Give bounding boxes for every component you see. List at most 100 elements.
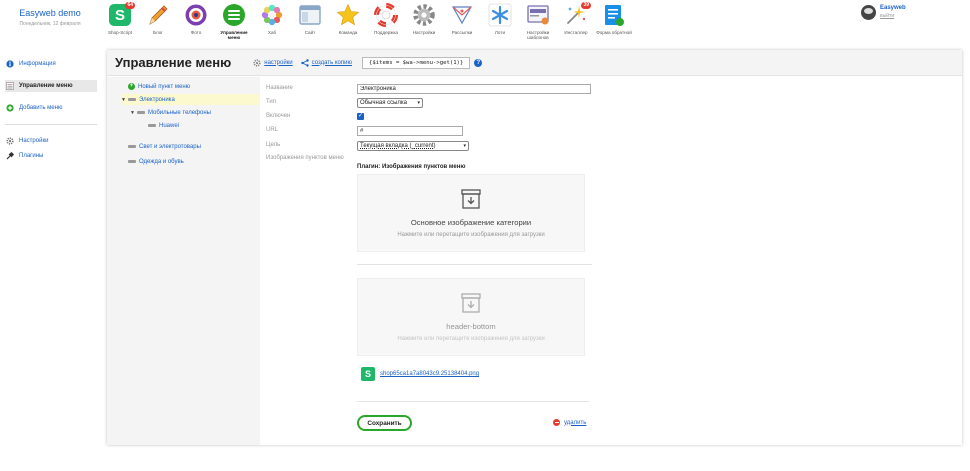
sidebar-item-info[interactable]: Информация <box>5 58 97 70</box>
delete-icon <box>553 419 560 426</box>
delete-label[interactable]: удалить <box>564 420 586 426</box>
user-block[interactable]: Easyweb выйти <box>861 5 906 20</box>
app-label: Фото <box>190 30 202 35</box>
app-label: Блог <box>153 30 163 35</box>
drag-handle-icon[interactable] <box>128 145 136 148</box>
add-icon <box>6 104 14 112</box>
support-lifebuoy-icon <box>373 2 399 28</box>
user-name[interactable]: Easyweb <box>880 5 906 11</box>
target-select-value: Текущая вкладка (_current) <box>360 143 436 149</box>
tree-item-label[interactable]: Свет и электротовары <box>139 144 201 150</box>
drag-handle-icon[interactable] <box>127 98 136 101</box>
sidebar-item-add-menu[interactable]: Добавить меню <box>5 102 97 114</box>
svg-text:S: S <box>115 7 125 24</box>
chevron-down-icon: ▾ <box>417 100 420 106</box>
delete-link[interactable]: удалить <box>553 419 586 426</box>
app-label: Инсталлер <box>564 30 588 35</box>
brand[interactable]: Easyweb demo Понедельник, 12 февраля <box>14 8 86 27</box>
add-icon: + <box>128 83 135 90</box>
hub-icon <box>259 2 285 28</box>
app-feedback-form[interactable]: Форма обратной <box>595 2 633 46</box>
attached-file[interactable]: S shop65ca1a7a8043c9.25138404.png <box>361 367 479 381</box>
url-label: URL <box>266 127 279 133</box>
avatar[interactable] <box>861 5 876 20</box>
app-installer[interactable]: 39 Инсталлер <box>557 2 595 46</box>
tree-item-label[interactable]: Мобильные телефоны <box>148 110 211 116</box>
create-copy-label[interactable]: создать копию <box>312 60 352 66</box>
tree-item-huawei[interactable]: Huawei <box>148 120 179 131</box>
sidebar-item-menu-management[interactable]: Управление меню <box>5 80 97 92</box>
app-label: Команда <box>338 30 358 35</box>
app-label: Сайт <box>304 30 316 35</box>
logout-link[interactable]: выйти <box>880 13 906 19</box>
app-label: Лоти <box>494 30 506 35</box>
menu-code-snippet[interactable]: {$items = $wa->menu->get(1)} <box>362 56 471 69</box>
plugin-title: Плагин: Изображения пунктов меню <box>357 164 466 170</box>
tree-item-mobile-phones[interactable]: ▼ Мобильные телефоны <box>130 107 211 118</box>
type-select[interactable]: Обычная ссылка ▾ <box>357 98 423 108</box>
type-label: Тип <box>266 99 277 105</box>
target-select[interactable]: Текущая вкладка (_current) ▾ <box>357 141 469 151</box>
help-icon[interactable]: ? <box>474 58 483 67</box>
settings-gear-icon <box>411 2 437 28</box>
app-support-lifebuoy[interactable]: Поддержка <box>367 2 405 46</box>
dropzone-header-bottom[interactable]: header-bottom Нажмите или перетащите изо… <box>357 278 585 356</box>
name-field[interactable] <box>357 84 591 94</box>
app-team-star[interactable]: Команда <box>329 2 367 46</box>
brand-date: Понедельник, 12 февраля <box>19 21 81 27</box>
app-template-settings[interactable]: Настройки шаблонов <box>519 2 557 46</box>
sidebar-item-settings[interactable]: Настройки <box>5 135 97 147</box>
app-label: Управление меню <box>220 30 248 40</box>
app-label: Настройки шаблонов <box>526 30 550 40</box>
tree-item-label[interactable]: Электроника <box>139 97 175 103</box>
settings-link-label[interactable]: настройки <box>264 60 292 66</box>
type-select-value: Обычная ссылка <box>360 100 408 106</box>
dropzone-main-image[interactable]: Основное изображение категории Нажмите и… <box>357 174 585 252</box>
app-mailer[interactable]: Рассылки <box>443 2 481 46</box>
tree-item-label[interactable]: Huawei <box>159 123 179 129</box>
tree-item-label[interactable]: Одежда и обувь <box>139 159 184 165</box>
app-settings-gear[interactable]: Настройки <box>405 2 443 46</box>
app-photo[interactable]: Фото <box>177 2 215 46</box>
tree-item-clothing[interactable]: Одежда и обувь <box>128 156 184 167</box>
drag-handle-icon[interactable] <box>128 160 136 163</box>
divider <box>357 401 589 402</box>
app-menu[interactable]: Управление меню <box>215 2 253 46</box>
template-settings-icon <box>525 2 551 28</box>
enabled-label: Включен <box>266 113 291 119</box>
app-shop-script[interactable]: S 64 Shop-Script <box>101 2 139 46</box>
enabled-checkbox[interactable]: ✓ <box>357 113 364 120</box>
tree-item-label[interactable]: Новый пункт меню <box>138 84 190 90</box>
save-button[interactable]: Сохранить <box>357 415 412 431</box>
sidebar-item-label: Настройки <box>19 138 49 144</box>
gear-icon <box>253 58 261 67</box>
tree-item-electronics[interactable]: ▼ Электроника <box>121 94 260 105</box>
divider <box>357 264 592 265</box>
expand-arrow-icon[interactable]: ▼ <box>130 110 135 116</box>
page-title: Управление меню <box>115 55 232 70</box>
app-bar: S 64 Shop-Script Блог Фото Управление меню Хаб… <box>101 2 633 46</box>
url-field[interactable] <box>357 126 463 136</box>
tree-add-item[interactable]: + Новый пункт меню <box>128 81 190 92</box>
sidebar-item-plugins[interactable]: Плагины <box>5 150 97 162</box>
main-panel: Управление меню настройки создать копию … <box>107 50 962 445</box>
app-hub[interactable]: Хаб <box>253 2 291 46</box>
drag-handle-icon[interactable] <box>148 124 156 127</box>
drag-handle-icon[interactable] <box>136 111 145 114</box>
settings-link[interactable]: настройки <box>253 58 293 67</box>
app-blog-pencil[interactable]: Блог <box>139 2 177 46</box>
brand-name[interactable]: Easyweb demo <box>14 8 86 18</box>
create-copy-link[interactable]: создать копию <box>300 58 352 67</box>
app-snowflake[interactable]: Лоти <box>481 2 519 46</box>
sidebar-item-label: Информация <box>19 61 56 67</box>
menu-list-icon <box>6 82 14 90</box>
app-label: Настройки <box>412 30 436 35</box>
team-star-icon <box>335 2 361 28</box>
app-site[interactable]: Сайт <box>291 2 329 46</box>
dropzone-hint: Нажмите или перетащите изображения для з… <box>397 232 545 238</box>
file-link[interactable]: shop65ca1a7a8043c9.25138404.png <box>380 371 479 377</box>
panel-header: Управление меню настройки создать копию … <box>107 50 962 76</box>
sidebar-item-label: Плагины <box>19 153 44 159</box>
expand-arrow-icon[interactable]: ▼ <box>121 97 126 103</box>
tree-item-lighting[interactable]: Свет и электротовары <box>128 141 201 152</box>
